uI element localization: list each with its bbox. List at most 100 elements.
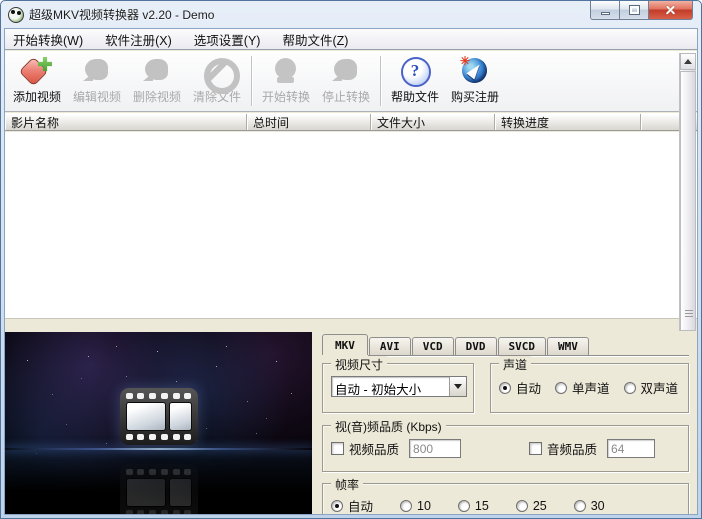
starburst-icon: ✳ — [460, 54, 471, 68]
maximize-icon — [628, 5, 640, 15]
scroll-up-button[interactable] — [680, 53, 696, 70]
arrow-up-icon — [684, 59, 692, 64]
fps-auto-option[interactable]: 自动 — [331, 496, 374, 514]
menu-start-convert[interactable]: 开始转换(W) — [13, 30, 83, 49]
menu-help[interactable]: 帮助文件(Z) — [282, 30, 348, 49]
fps-30-option[interactable]: 30 — [573, 498, 605, 513]
help-file-button[interactable]: 帮助文件 — [385, 54, 445, 109]
video-size-group: 视频尺寸 自动 - 初始大小 — [322, 356, 474, 413]
start-convert-icon — [271, 57, 301, 85]
fps-auto-label: 自动 — [348, 500, 374, 514]
add-video-icon — [22, 57, 52, 85]
help-file-label: 帮助文件 — [390, 90, 439, 104]
delete-video-label: 删除视频 — [132, 90, 181, 104]
mkv-settings-pane: 视频尺寸 自动 - 初始大小 声道 自动 单声道 双声道 视(音)频品质 (Kb… — [322, 355, 689, 514]
toolbar-separator — [251, 56, 252, 106]
toolbar-separator — [380, 56, 381, 106]
radio-icon[interactable] — [555, 381, 568, 394]
tab-mkv[interactable]: MKV — [322, 334, 368, 355]
video-quality-input[interactable] — [409, 439, 462, 458]
radio-icon[interactable] — [457, 499, 470, 512]
audio-quality-label: 音频品质 — [547, 443, 598, 457]
menu-options[interactable]: 选项设置(Y) — [194, 30, 261, 49]
fps-25-option[interactable]: 25 — [515, 498, 547, 513]
fps-10-option[interactable]: 10 — [400, 499, 431, 513]
checkbox-icon[interactable] — [529, 442, 543, 455]
quality-group-label: 视(音)频品质 (Kbps) — [331, 418, 446, 435]
window-controls — [590, 1, 693, 20]
fps-10-label: 10 — [417, 498, 431, 513]
tab-svcd[interactable]: SVCD — [497, 337, 546, 355]
menu-bar: 开始转换(W) 软件注册(X) 选项设置(Y) 帮助文件(Z) — [5, 29, 697, 50]
fps-15-option[interactable]: 15 — [457, 498, 489, 513]
channel-stereo-option[interactable]: 双声道 — [623, 378, 678, 397]
radio-icon[interactable] — [499, 381, 511, 394]
client-area: 开始转换(W) 软件注册(X) 选项设置(Y) 帮助文件(Z) 添加视频 编辑视… — [4, 28, 698, 515]
start-convert-button[interactable]: 开始转换 — [256, 54, 316, 109]
column-header-filesize[interactable]: 文件大小 — [371, 114, 495, 130]
fps-25-label: 25 — [532, 498, 547, 513]
tab-avi[interactable]: AVI — [368, 337, 411, 355]
fps-30-label: 30 — [590, 498, 605, 513]
column-header-name[interactable]: 影片名称 — [5, 114, 247, 130]
radio-icon[interactable] — [331, 499, 343, 512]
minimize-button[interactable] — [590, 1, 619, 20]
tab-vcd[interactable]: VCD — [411, 337, 454, 355]
video-preview-area — [5, 332, 312, 514]
radio-icon[interactable] — [573, 499, 586, 512]
file-list-header: 影片名称 总时间 文件大小 转换进度 — [5, 113, 697, 131]
start-convert-label: 开始转换 — [261, 90, 310, 104]
channel-mono-option[interactable]: 单声道 — [555, 378, 610, 397]
quality-group: 视(音)频品质 (Kbps) 视频品质 音频品质 — [322, 418, 689, 472]
buy-register-icon: ✳ — [460, 54, 490, 85]
column-header-duration[interactable]: 总时间 — [247, 114, 371, 130]
close-icon — [665, 5, 676, 16]
frame-rate-group: 帧率 自动 10 15 25 30 — [322, 476, 689, 514]
add-video-label: 添加视频 — [12, 90, 61, 104]
add-video-button[interactable]: 添加视频 — [7, 54, 67, 109]
bottom-panel: MKV AVI VCD DVD SVCD WMV 视频尺寸 自动 - 初始大小 — [5, 332, 697, 514]
audio-quality-input[interactable] — [607, 439, 656, 458]
file-list-body[interactable] — [5, 132, 697, 319]
audio-quality-checkbox-row[interactable]: 音频品质 — [529, 439, 597, 458]
toolbar: 添加视频 编辑视频 删除视频 清除文件 开始转换 停止转换 ? 帮助文件 ✳ 购… — [5, 51, 697, 112]
dropdown-button[interactable] — [449, 377, 466, 396]
radio-icon[interactable] — [400, 499, 413, 512]
close-button[interactable] — [648, 1, 693, 20]
tab-dvd[interactable]: DVD — [454, 337, 497, 355]
list-scrollbar[interactable] — [679, 53, 696, 331]
video-quality-label: 视频品质 — [349, 443, 400, 457]
delete-video-button[interactable]: 删除视频 — [127, 54, 187, 109]
audio-channel-group: 声道 自动 单声道 双声道 — [490, 356, 689, 413]
stop-convert-button[interactable]: 停止转换 — [316, 54, 376, 109]
format-tabs: MKV AVI VCD DVD SVCD WMV — [322, 334, 689, 355]
app-window: 超级MKV视频转换器 v2.20 - Demo 开始转换(W) 软件注册(X) … — [0, 0, 702, 519]
app-icon — [8, 6, 24, 23]
radio-icon[interactable] — [515, 499, 528, 512]
star-field — [5, 332, 6, 333]
checkbox-icon[interactable] — [331, 442, 344, 455]
audio-channel-group-label: 声道 — [499, 356, 532, 373]
radio-icon[interactable] — [623, 381, 636, 394]
buy-register-button[interactable]: ✳ 购买注册 — [445, 54, 505, 109]
edit-video-icon — [82, 57, 112, 85]
thumb-grip-icon — [685, 310, 693, 318]
column-header-progress[interactable]: 转换进度 — [495, 114, 641, 130]
delete-video-icon — [142, 57, 172, 85]
channel-auto-option[interactable]: 自动 — [499, 378, 541, 397]
minimize-icon — [600, 11, 610, 15]
edit-video-button[interactable]: 编辑视频 — [67, 54, 127, 109]
clear-files-button[interactable]: 清除文件 — [187, 54, 247, 109]
window-title: 超级MKV视频转换器 v2.20 - Demo — [29, 8, 215, 22]
edit-video-label: 编辑视频 — [72, 90, 121, 104]
maximize-button[interactable] — [619, 1, 648, 20]
stop-convert-label: 停止转换 — [321, 90, 370, 104]
video-quality-checkbox-row[interactable]: 视频品质 — [331, 439, 399, 458]
video-size-select[interactable]: 自动 - 初始大小 — [331, 376, 467, 397]
menu-register[interactable]: 软件注册(X) — [105, 30, 172, 49]
scrollbar-thumb[interactable] — [680, 71, 696, 331]
channel-mono-label: 单声道 — [572, 382, 610, 396]
tab-wmv[interactable]: WMV — [547, 337, 589, 355]
fps-15-label: 15 — [474, 498, 489, 513]
titlebar[interactable]: 超级MKV视频转换器 v2.20 - Demo — [1, 1, 701, 28]
